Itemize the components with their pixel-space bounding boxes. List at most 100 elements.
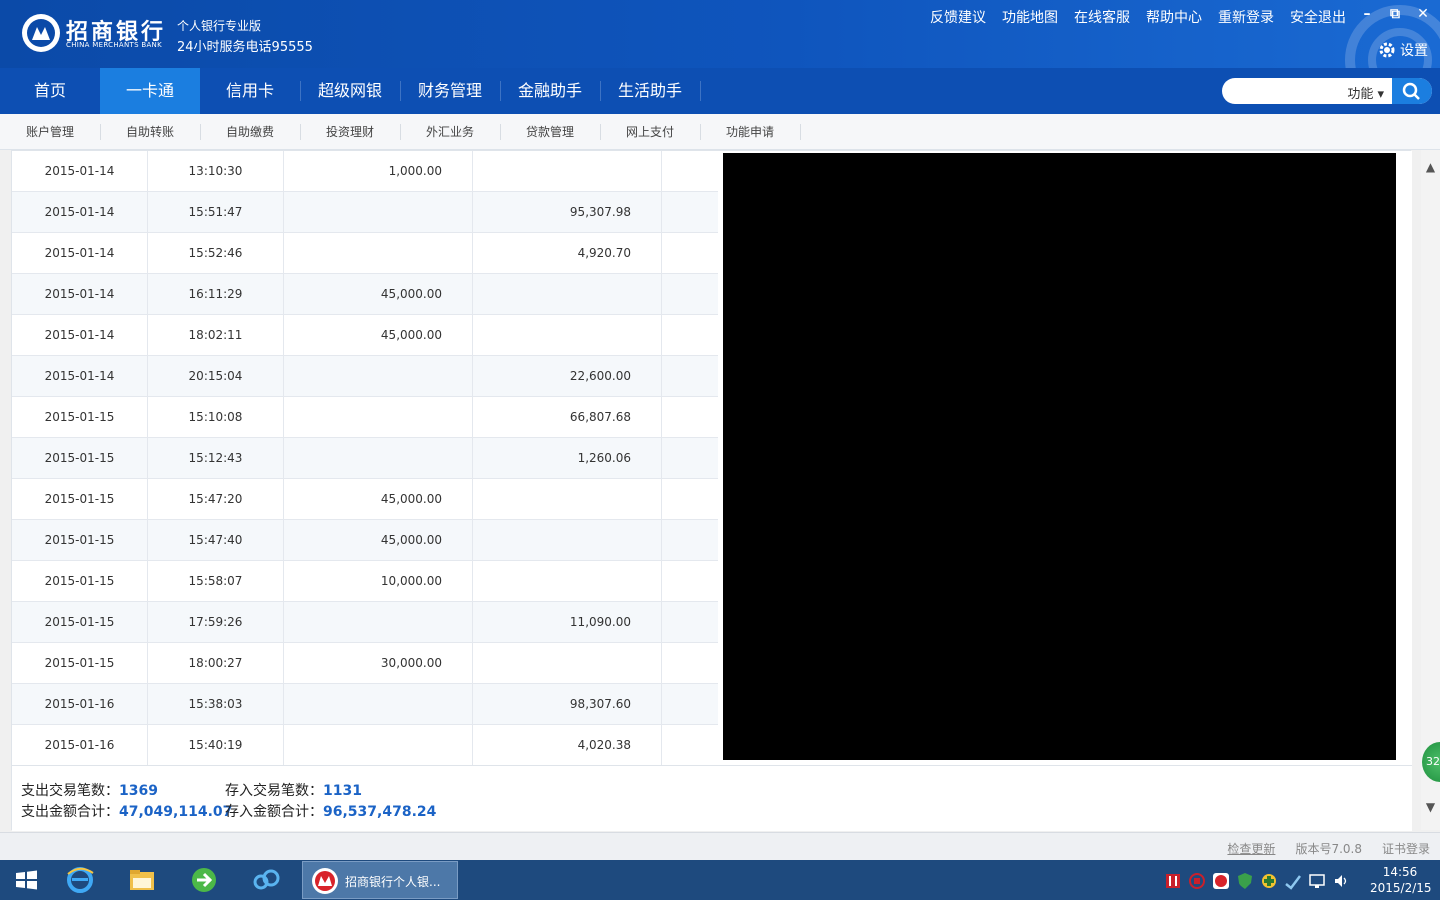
minimize-button[interactable]: – — [1360, 6, 1374, 22]
table-row[interactable]: 2015-01-15 15:47:20 45,000.00 — [12, 479, 718, 520]
cell-date: 2015-01-15 — [12, 397, 148, 438]
online-service-link[interactable]: 在线客服 — [1074, 7, 1130, 27]
taskbar-clock[interactable]: 14:56 2015/2/15 — [1370, 864, 1432, 896]
cell-date: 2015-01-15 — [12, 520, 148, 561]
tab-super-ebank[interactable]: 超级网银 — [300, 68, 400, 114]
hotline-label: 24小时服务电话95555 — [177, 40, 313, 55]
check-update-link[interactable]: 检查更新 — [1227, 840, 1275, 857]
cell-time: 18:02:11 — [148, 315, 284, 356]
table-row[interactable]: 2015-01-14 15:51:47 95,307.98 — [12, 192, 718, 233]
cloud-app-icon[interactable] — [246, 864, 286, 896]
cell-extra — [662, 643, 718, 684]
table-row[interactable]: 2015-01-16 15:40:19 4,020.38 — [12, 725, 718, 766]
tab-life-assistant[interactable]: 生活助手 — [600, 68, 700, 114]
cell-in-amount: 11,090.00 — [473, 602, 662, 643]
tab-credit-card[interactable]: 信用卡 — [200, 68, 300, 114]
close-button[interactable]: ✕ — [1416, 6, 1430, 22]
status-bar: 检查更新 版本号7.0.8 证书登录 — [0, 832, 1440, 860]
in-total-summary: 存入金额合计：96,537,478.24 — [225, 801, 436, 821]
boc-tray-icon[interactable] — [1188, 872, 1206, 890]
header-bar: 招商银行 CHINA MERCHANTS BANK 个人银行专业版 24小时服务… — [0, 0, 1440, 68]
out-total-value: 47,049,114.07 — [119, 804, 233, 820]
table-row[interactable]: 2015-01-15 15:58:07 10,000.00 — [12, 561, 718, 602]
speaker-icon[interactable] — [1332, 872, 1350, 890]
monitor-tray-icon[interactable] — [1308, 872, 1326, 890]
cell-date: 2015-01-14 — [12, 356, 148, 397]
tab-finance-assistant[interactable]: 金融助手 — [500, 68, 600, 114]
cmb-app-icon — [312, 868, 338, 894]
cert-login-link[interactable]: 证书登录 — [1382, 840, 1430, 857]
table-row[interactable]: 2015-01-15 15:12:43 1,260.06 — [12, 438, 718, 479]
cell-date: 2015-01-14 — [12, 233, 148, 274]
scroll-down-arrow-icon[interactable]: ▼ — [1421, 800, 1440, 816]
cell-in-amount — [473, 643, 662, 684]
cell-extra — [662, 397, 718, 438]
cell-in-amount: 4,920.70 — [473, 233, 662, 274]
tab-home[interactable]: 首页 — [0, 68, 100, 114]
table-row[interactable]: 2015-01-15 15:47:40 45,000.00 — [12, 520, 718, 561]
cell-time: 13:10:30 — [148, 151, 284, 192]
subnav-account-mgmt[interactable]: 账户管理 — [0, 114, 100, 150]
network-tray-icon[interactable] — [1284, 872, 1302, 890]
table-row[interactable]: 2015-01-15 15:10:08 66,807.68 — [12, 397, 718, 438]
file-explorer-icon[interactable] — [122, 864, 162, 896]
search-icon — [1402, 82, 1420, 100]
cell-time: 15:12:43 — [148, 438, 284, 479]
settings-button[interactable]: 设置 — [1378, 40, 1428, 60]
out-count-summary: 支出交易笔数：1369 — [21, 780, 158, 800]
cmb-logo — [22, 14, 60, 52]
cmb-tray-icon[interactable] — [1212, 872, 1230, 890]
cell-time: 15:38:03 — [148, 684, 284, 725]
tab-finance-mgmt[interactable]: 财务管理 — [400, 68, 500, 114]
cell-out-amount — [284, 602, 473, 643]
clock-time: 14:56 — [1382, 865, 1418, 879]
relogin-link[interactable]: 重新登录 — [1218, 7, 1274, 27]
logout-link[interactable]: 安全退出 — [1290, 7, 1346, 27]
subnav-self-transfer[interactable]: 自助转账 — [100, 114, 200, 150]
subnav-loan-mgmt[interactable]: 贷款管理 — [500, 114, 600, 150]
cell-in-amount — [473, 479, 662, 520]
green-app-icon[interactable] — [184, 864, 224, 896]
table-row[interactable]: 2015-01-14 16:11:29 45,000.00 — [12, 274, 718, 315]
table-row[interactable]: 2015-01-15 17:59:26 11,090.00 — [12, 602, 718, 643]
table-row[interactable]: 2015-01-14 13:10:30 1,000.00 — [12, 151, 718, 192]
cell-extra — [662, 479, 718, 520]
subnav-self-payment[interactable]: 自助缴费 — [200, 114, 300, 150]
taskbar-active-app[interactable]: 招商银行个人银... — [302, 861, 458, 899]
system-tray — [1160, 860, 1360, 900]
table-row[interactable]: 2015-01-16 15:38:03 98,307.60 — [12, 684, 718, 725]
out-count-value: 1369 — [119, 783, 158, 799]
top-links: 反馈建议 功能地图 在线客服 帮助中心 重新登录 安全退出 — [930, 7, 1346, 27]
cell-time: 15:58:07 — [148, 561, 284, 602]
function-map-link[interactable]: 功能地图 — [1002, 7, 1058, 27]
window-controls: – ⧉ ✕ — [1360, 6, 1430, 22]
scroll-up-arrow-icon[interactable]: ▲ — [1421, 160, 1440, 176]
subnav-forex[interactable]: 外汇业务 — [400, 114, 500, 150]
in-count-value: 1131 — [323, 783, 362, 799]
bank-tray-icon[interactable] — [1164, 872, 1182, 890]
table-row[interactable]: 2015-01-14 15:52:46 4,920.70 — [12, 233, 718, 274]
subnav-investment[interactable]: 投资理财 — [300, 114, 400, 150]
table-row[interactable]: 2015-01-14 18:02:11 45,000.00 — [12, 315, 718, 356]
shield-icon[interactable] — [1236, 872, 1254, 890]
search-button[interactable] — [1392, 78, 1432, 104]
help-center-link[interactable]: 帮助中心 — [1146, 7, 1202, 27]
search-input[interactable]: 功能 ▾ — [1222, 78, 1432, 104]
subnav-function-apply[interactable]: 功能申请 — [700, 114, 800, 150]
subnav-online-payment[interactable]: 网上支付 — [600, 114, 700, 150]
internet-explorer-icon[interactable] — [60, 864, 100, 896]
cell-extra — [662, 684, 718, 725]
cell-out-amount — [284, 684, 473, 725]
table-row[interactable]: 2015-01-15 18:00:27 30,000.00 — [12, 643, 718, 684]
vertical-scrollbar[interactable]: ▲ ▼ — [1421, 150, 1440, 830]
restore-button[interactable]: ⧉ — [1388, 6, 1402, 22]
cell-out-amount: 45,000.00 — [284, 274, 473, 315]
tab-debit-card[interactable]: 一卡通 — [100, 68, 200, 114]
table-row[interactable]: 2015-01-14 20:15:04 22,600.00 — [12, 356, 718, 397]
security-tray-icon[interactable] — [1260, 872, 1278, 890]
cell-date: 2015-01-16 — [12, 684, 148, 725]
cell-out-amount: 10,000.00 — [284, 561, 473, 602]
search-function-dropdown[interactable]: 功能 ▾ — [1347, 83, 1384, 102]
feedback-link[interactable]: 反馈建议 — [930, 7, 986, 27]
windows-start-icon[interactable] — [6, 864, 46, 896]
